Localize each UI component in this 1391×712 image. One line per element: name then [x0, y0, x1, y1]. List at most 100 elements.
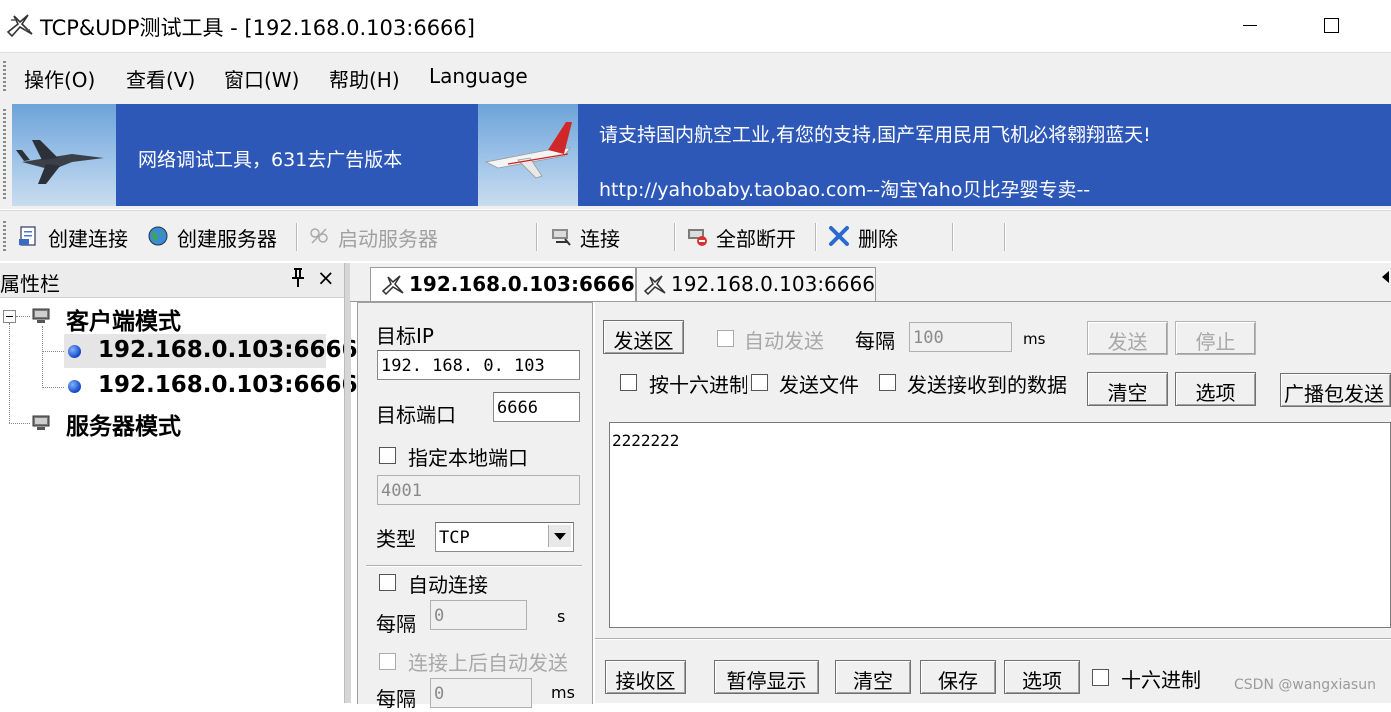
tab-scroll-left-icon[interactable]: [1382, 271, 1389, 283]
receive-clear-button[interactable]: 清空: [835, 660, 911, 694]
send-receive-panel: 发送区 自动发送 每隔 100 ms 发送 停止 按十六进制 发送文件 发送接收…: [595, 302, 1391, 703]
send-received-label: 发送接收到的数据: [907, 373, 1067, 397]
tree-line: [42, 387, 64, 388]
menu-window[interactable]: 窗口(W): [224, 64, 299, 93]
send-options-button[interactable]: 选项: [1175, 372, 1256, 406]
menu-view[interactable]: 查看(V): [126, 64, 195, 93]
auto-connect-label: 自动连接: [408, 573, 488, 597]
auto-send-interval-unit: ms: [551, 683, 575, 702]
auto-send-periodic-checkbox[interactable]: [717, 330, 734, 347]
tab-connection-active[interactable]: 192.168.0.103:6666: [370, 267, 636, 301]
type-select[interactable]: TCP: [435, 522, 574, 552]
auto-connect-checkbox[interactable]: [379, 574, 396, 591]
banner-right-line2[interactable]: http://yahobaby.taobao.com--淘宝Yaho贝比孕婴专卖…: [599, 175, 1090, 202]
auto-send-label: 连接上后自动发送: [408, 651, 568, 675]
target-port-label: 目标端口: [376, 403, 456, 427]
connect-label: 连接: [580, 227, 620, 251]
minimize-button[interactable]: [1226, 0, 1272, 52]
disconnect-all-icon: [688, 229, 707, 246]
connect-button[interactable]: 连接: [550, 223, 630, 251]
start-server-label: 启动服务器: [338, 227, 438, 251]
local-port-field[interactable]: 4001: [377, 475, 580, 505]
watermark: CSDN @wangxiasun: [1234, 677, 1376, 693]
create-connection-button[interactable]: 创建连接: [18, 223, 138, 251]
broadcast-send-button[interactable]: 广播包发送: [1280, 373, 1391, 407]
tab-strip: 192.168.0.103:6666 192.168.0.103:6666: [350, 263, 1391, 302]
toolbar-separator: [296, 223, 298, 251]
send-hex-label: 按十六进制: [649, 373, 747, 397]
banner-grip: [3, 109, 6, 201]
tree-line: [9, 323, 10, 423]
send-interval-unit: ms: [1023, 330, 1046, 348]
menu-grip: [3, 61, 6, 91]
auto-send-checkbox[interactable]: [379, 653, 396, 670]
ad-banner: 网络调试工具，631去广告版本 请支持国内航空工业,有您的支持,国产军用民用飞机…: [0, 101, 1391, 209]
create-server-button[interactable]: 创建服务器: [147, 223, 287, 251]
target-ip-label: 目标IP: [376, 324, 434, 348]
connect-icon: [552, 229, 571, 246]
disconnect-all-button[interactable]: 全部断开: [686, 223, 806, 251]
connection-tree: 客户端模式 192.168.0.103:6666 192.168.0.103:6…: [0, 298, 357, 703]
receive-hex-checkbox[interactable]: [1092, 669, 1109, 686]
auto-send-periodic-label: 自动发送: [744, 329, 824, 353]
receive-area-label: 接收区: [605, 660, 686, 694]
document-icon: [19, 226, 36, 246]
send-textarea[interactable]: 2222222: [609, 422, 1391, 628]
tree-line: [16, 316, 30, 317]
pause-display-button[interactable]: 暂停显示: [714, 660, 819, 694]
start-server-button[interactable]: 启动服务器: [308, 223, 448, 251]
create-server-label: 创建服务器: [177, 227, 277, 251]
properties-title: 属性栏: [0, 272, 60, 296]
airliner-image: [478, 104, 578, 206]
client-mode-node[interactable]: 客户端模式: [66, 302, 181, 336]
stop-button[interactable]: 停止: [1175, 321, 1256, 355]
menu-help[interactable]: 帮助(H): [329, 64, 400, 93]
send-file-label: 发送文件: [779, 373, 859, 397]
send-hex-checkbox[interactable]: [620, 374, 637, 391]
delete-button[interactable]: 删除: [828, 223, 908, 251]
banner-panel[interactable]: 网络调试工具，631去广告版本 请支持国内航空工业,有您的支持,国产军用民用飞机…: [12, 104, 1391, 206]
auto-send-interval-label: 每隔: [376, 687, 416, 711]
send-area-label: 发送区: [603, 320, 684, 354]
app-icon: [6, 14, 33, 38]
maximize-button[interactable]: [1308, 0, 1354, 52]
local-port-checkbox[interactable]: [379, 447, 396, 464]
send-button[interactable]: 发送: [1087, 321, 1168, 355]
menu-operate[interactable]: 操作(O): [24, 64, 95, 93]
type-value: TCP: [439, 528, 470, 548]
send-file-checkbox[interactable]: [751, 374, 768, 391]
close-icon[interactable]: ×: [317, 266, 335, 290]
properties-header: 属性栏 ×: [0, 263, 344, 298]
connection-dot-icon: [68, 345, 81, 358]
connection-node[interactable]: 192.168.0.103:6666: [98, 372, 357, 398]
connection-tab-icon: [381, 275, 404, 295]
tab-label: 192.168.0.103:6666: [409, 272, 635, 296]
tab-connection[interactable]: 192.168.0.103:6666: [636, 267, 876, 301]
auto-connect-interval-field[interactable]: 0: [430, 600, 527, 630]
panel-splitter[interactable]: [344, 263, 351, 703]
menu-language[interactable]: Language: [429, 64, 528, 88]
divider: [595, 638, 1391, 640]
disconnect-all-label: 全部断开: [716, 227, 796, 251]
target-ip-field[interactable]: 192. 168. 0. 103: [377, 350, 580, 380]
receive-save-button[interactable]: 保存: [920, 660, 996, 694]
menu-bar: 操作(O) 查看(V) 窗口(W) 帮助(H) Language: [0, 53, 1391, 101]
toolbar-separator: [1004, 223, 1006, 251]
title-bar: TCP&UDP测试工具 - [192.168.0.103:6666]: [0, 0, 1391, 53]
auto-connect-interval-label: 每隔: [376, 612, 416, 636]
tree-line: [9, 423, 30, 424]
connection-node[interactable]: 192.168.0.103:6666: [98, 337, 357, 363]
delete-label: 删除: [858, 227, 898, 251]
send-interval-field[interactable]: 100: [909, 322, 1012, 352]
send-clear-button[interactable]: 清空: [1087, 372, 1168, 406]
pin-icon[interactable]: [290, 267, 306, 294]
auto-send-interval-field[interactable]: 0: [430, 678, 532, 708]
collapse-icon[interactable]: [3, 310, 16, 323]
target-port-field[interactable]: 6666: [493, 392, 580, 422]
server-mode-node[interactable]: 服务器模式: [66, 407, 181, 441]
type-label: 类型: [376, 527, 416, 551]
toolbar-separator: [952, 223, 954, 251]
receive-options-button[interactable]: 选项: [1004, 660, 1080, 694]
send-received-checkbox[interactable]: [879, 374, 896, 391]
globe-icon: [148, 226, 168, 246]
